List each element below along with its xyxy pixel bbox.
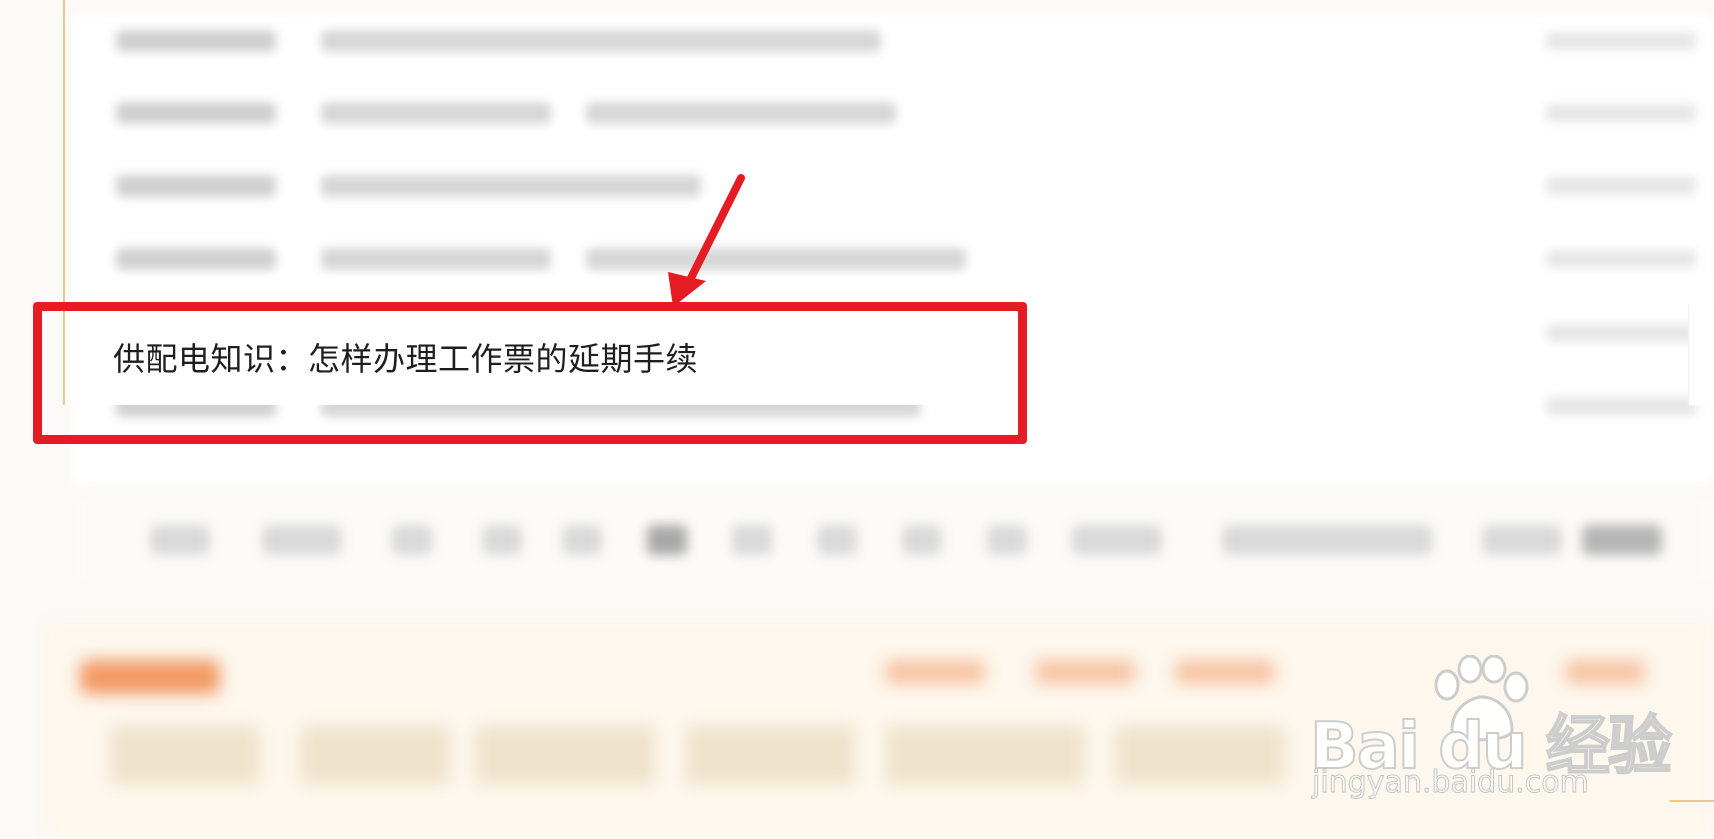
pager-button xyxy=(817,525,857,555)
pager-button xyxy=(987,525,1027,555)
red-annotation-box xyxy=(33,302,1027,444)
list-item-date xyxy=(1546,32,1696,50)
list-item-date xyxy=(1546,324,1696,342)
section-tab xyxy=(885,660,985,684)
pager-button xyxy=(562,525,602,555)
pager-button xyxy=(1482,525,1562,555)
list-item-title-suffix xyxy=(586,248,966,270)
pager-button xyxy=(1582,525,1662,555)
list-item-title-suffix xyxy=(586,102,896,124)
list-item-category xyxy=(116,102,276,124)
footer-card xyxy=(110,725,260,785)
pager-jump xyxy=(1222,525,1432,555)
pager-button xyxy=(1072,525,1162,555)
list-item-category xyxy=(116,30,276,52)
section-tab xyxy=(1035,660,1135,684)
footer-card xyxy=(300,725,450,785)
list-item-date xyxy=(1546,177,1696,195)
list-item-date xyxy=(1546,104,1696,122)
pager-button xyxy=(150,525,210,555)
screenshot-page: 供配电知识：怎样办理工作票的延期手续 Bai du 经验 jingyan.bai… xyxy=(0,0,1714,839)
section-tab xyxy=(1175,660,1275,684)
section-heading-blob xyxy=(80,660,220,694)
list-item-date xyxy=(1546,250,1696,268)
list-item-title xyxy=(321,248,551,270)
list-item-title xyxy=(321,102,551,124)
blurred-pagination xyxy=(72,495,1714,585)
list-item-title xyxy=(321,30,881,52)
pager-button xyxy=(732,525,772,555)
pager-button xyxy=(902,525,942,555)
corner-border xyxy=(1670,800,1714,802)
pager-button-current xyxy=(647,525,687,555)
watermark-url: jingyan.baidu.com xyxy=(1312,765,1590,801)
footer-card xyxy=(685,725,855,785)
pager-button xyxy=(482,525,522,555)
list-item-title xyxy=(321,175,701,197)
list-item-date xyxy=(1546,397,1696,415)
right-panel-edge xyxy=(1688,305,1714,405)
footer-card xyxy=(885,725,1085,785)
pager-button xyxy=(392,525,432,555)
footer-card xyxy=(475,725,655,785)
list-item-category xyxy=(116,175,276,197)
list-item-category xyxy=(116,248,276,270)
pager-button xyxy=(262,525,342,555)
baidu-jingyan-watermark: Bai du 经验 jingyan.baidu.com xyxy=(1309,655,1673,805)
footer-card xyxy=(1115,725,1285,785)
